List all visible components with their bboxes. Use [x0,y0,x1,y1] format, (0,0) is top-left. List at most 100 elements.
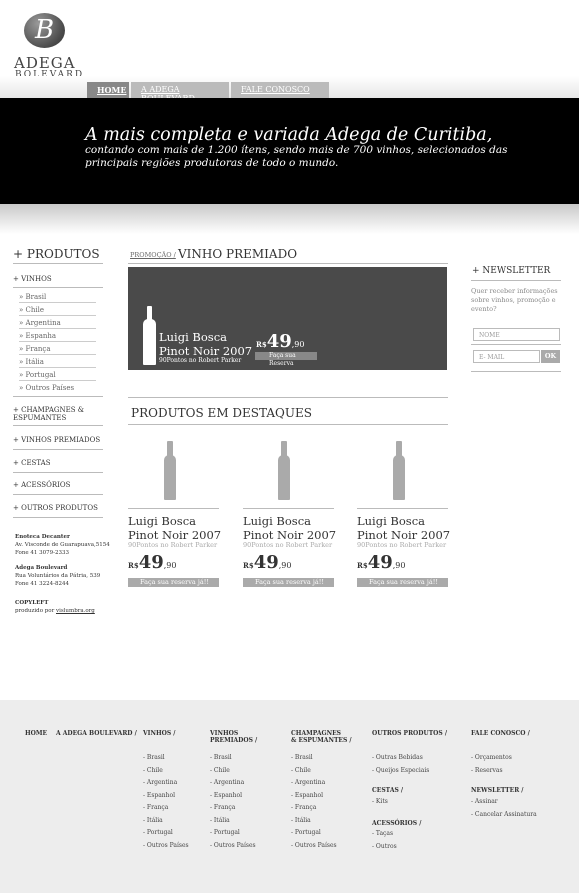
footer-link[interactable]: - Portugal [291,827,337,840]
footer-link[interactable]: - Outras Bebidas [372,752,429,765]
footer-link-home[interactable]: HOME [25,730,47,737]
divider [128,424,448,425]
footer-heading-newsletter[interactable]: NEWSLETTER / [471,787,523,794]
store-name: Adega Boulevard [15,565,68,571]
product-price: R$49,90 [243,552,292,573]
footer-link[interactable]: - Queijos Especiais [372,765,429,778]
footer-link[interactable]: - Outros Países [143,840,189,853]
sidebar-item-outros-produtos[interactable]: + OUTROS PRODUTOS [13,504,98,512]
footer-link[interactable]: - Outros [372,841,397,854]
footer-link[interactable]: - Outros Países [291,840,337,853]
reserve-button[interactable]: Faça sua reserva já!! [357,578,448,587]
price-currency: R$ [256,340,267,349]
tab-adega-boulevard[interactable]: A ADEGA BOULEVARD [131,82,229,103]
footer-link[interactable]: - Itália [291,815,337,828]
footer-link[interactable]: - Taças [372,828,397,841]
footer-link[interactable]: - Itália [143,815,189,828]
footer-link[interactable]: - Chile [291,765,337,778]
newsletter-email-input[interactable]: E- MAIL [473,350,540,363]
sidebar-subitem-outros-paises[interactable]: » Outros Países [19,384,74,392]
footer-link[interactable]: - França [210,802,256,815]
price-decimal: ,90 [278,561,292,570]
divider [243,508,334,509]
sidebar-subitem-italia[interactable]: » Itália [19,358,44,366]
product-price: R$49,90 [357,552,406,573]
tab-home[interactable]: HOME [87,82,129,98]
footer-link[interactable]: - Espanhol [210,790,256,803]
vislumbra-link[interactable]: vislumbra.org [56,608,95,614]
footer-heading-premiados[interactable]: VINHOS PREMIADOS / [210,730,257,744]
product-name[interactable]: Luigi Bosca Pinot Noir 2007 [357,514,450,542]
footer-link[interactable]: - Cancelar Assinatura [471,809,537,822]
footer-link[interactable]: - Outros Países [210,840,256,853]
sidebar-item-vinhos-premiados[interactable]: + VINHOS PREMIADOS [13,436,100,444]
footer-heading-fale-conosco[interactable]: FALE CONOSCO / [471,730,530,737]
footer-list-vinhos: - Brasil - Chile - Argentina - Espanhol … [143,752,189,852]
footer-link[interactable]: - Espanhol [291,790,337,803]
footer-link[interactable]: - Brasil [210,752,256,765]
tab-fale-conosco[interactable]: FALE CONOSCO [231,82,329,98]
breadcrumb-promocao[interactable]: PROMOÇÃO / [130,251,176,259]
footer-heading-line1: VINHOS [210,730,239,737]
store-phone: Fone 41 3224-8244 [15,581,69,587]
sidebar-subitem-brasil[interactable]: » Brasil [19,293,46,301]
footer-link[interactable]: - Orçamentos [471,752,512,765]
price-decimal: ,90 [392,561,406,570]
footer-heading-acessorios[interactable]: ACESSÓRIOS / [372,820,421,827]
price-currency: R$ [243,561,254,570]
footer-list-fale-conosco: - Orçamentos - Reservas [471,752,512,777]
sidebar-title: + PRODUTOS [13,247,100,261]
section-title-destaques: PRODUTOS EM DESTAQUES [131,406,312,420]
sidebar-item-champagnes[interactable]: + CHAMPAGNES & ESPUMANTES [13,406,93,422]
divider [19,315,96,316]
reserve-button[interactable]: Faça sua reserva já!! [243,578,334,587]
footer-heading-vinhos[interactable]: VINHOS / [143,730,175,737]
footer-link[interactable]: - Portugal [210,827,256,840]
footer-heading-outros[interactable]: OUTROS PRODUTOS / [372,730,447,737]
footer-link[interactable]: - Brasil [291,752,337,765]
divider [19,328,96,329]
footer-link[interactable]: - Itália [210,815,256,828]
sidebar-subitem-argentina[interactable]: » Argentina [19,319,61,327]
footer-link-adega[interactable]: A ADEGA BOULEVARD / [56,730,137,737]
logo-emblem[interactable]: B [24,13,65,48]
footer-link[interactable]: - Reservas [471,765,512,778]
footer-link[interactable]: - Assinar [471,796,537,809]
footer-link[interactable]: - Espanhol [143,790,189,803]
sidebar-item-acessorios[interactable]: + ACESSÓRIOS [13,481,70,489]
newsletter-submit-button[interactable]: OK [541,350,560,363]
footer-heading-champagnes[interactable]: CHAMPAGNES & ESPUMANTES / [291,730,352,744]
footer-link[interactable]: - Argentina [143,777,189,790]
reserve-button[interactable]: Faça sua Reserva [255,352,317,367]
page-title: VINHO PREMIADO [178,247,298,261]
sidebar-subitem-portugal[interactable]: » Portugal [19,371,56,379]
footer-link[interactable]: - Chile [143,765,189,778]
store-phone: Fone 41 3079-2333 [15,550,69,556]
sidebar-subitem-espanha[interactable]: » Espanha [19,332,56,340]
footer-heading-cestas[interactable]: CESTAS / [372,787,403,794]
store-address: Rua Voluntários da Pátria, 539 [15,573,101,579]
divider [19,367,96,368]
divider [19,341,96,342]
divider [471,371,561,372]
product-name[interactable]: Luigi Bosca Pinot Noir 2007 [128,514,221,542]
newsletter-name-input[interactable]: NOME [473,328,560,341]
divider [19,354,96,355]
divider [13,425,103,426]
product-name[interactable]: Luigi Bosca Pinot Noir 2007 [243,514,336,542]
divider [13,396,103,397]
footer-link[interactable]: - Argentina [291,777,337,790]
reserve-button[interactable]: Faça sua reserva já!! [128,578,219,587]
footer-link[interactable]: - Argentina [210,777,256,790]
footer-link[interactable]: - Chile [210,765,256,778]
sidebar-subitem-franca[interactable]: » França [19,345,51,353]
footer-link[interactable]: - Portugal [143,827,189,840]
footer-link[interactable]: - Brasil [143,752,189,765]
sidebar-item-cestas[interactable]: + CESTAS [13,459,51,467]
sidebar-subitem-chile[interactable]: » Chile [19,306,44,314]
footer-link[interactable]: - Kits [372,796,388,809]
footer-link[interactable]: - França [143,802,189,815]
sidebar-item-vinhos[interactable]: + VINHOS [13,275,52,283]
footer-list-acessorios: - Taças - Outros [372,828,397,853]
footer-link[interactable]: - França [291,802,337,815]
